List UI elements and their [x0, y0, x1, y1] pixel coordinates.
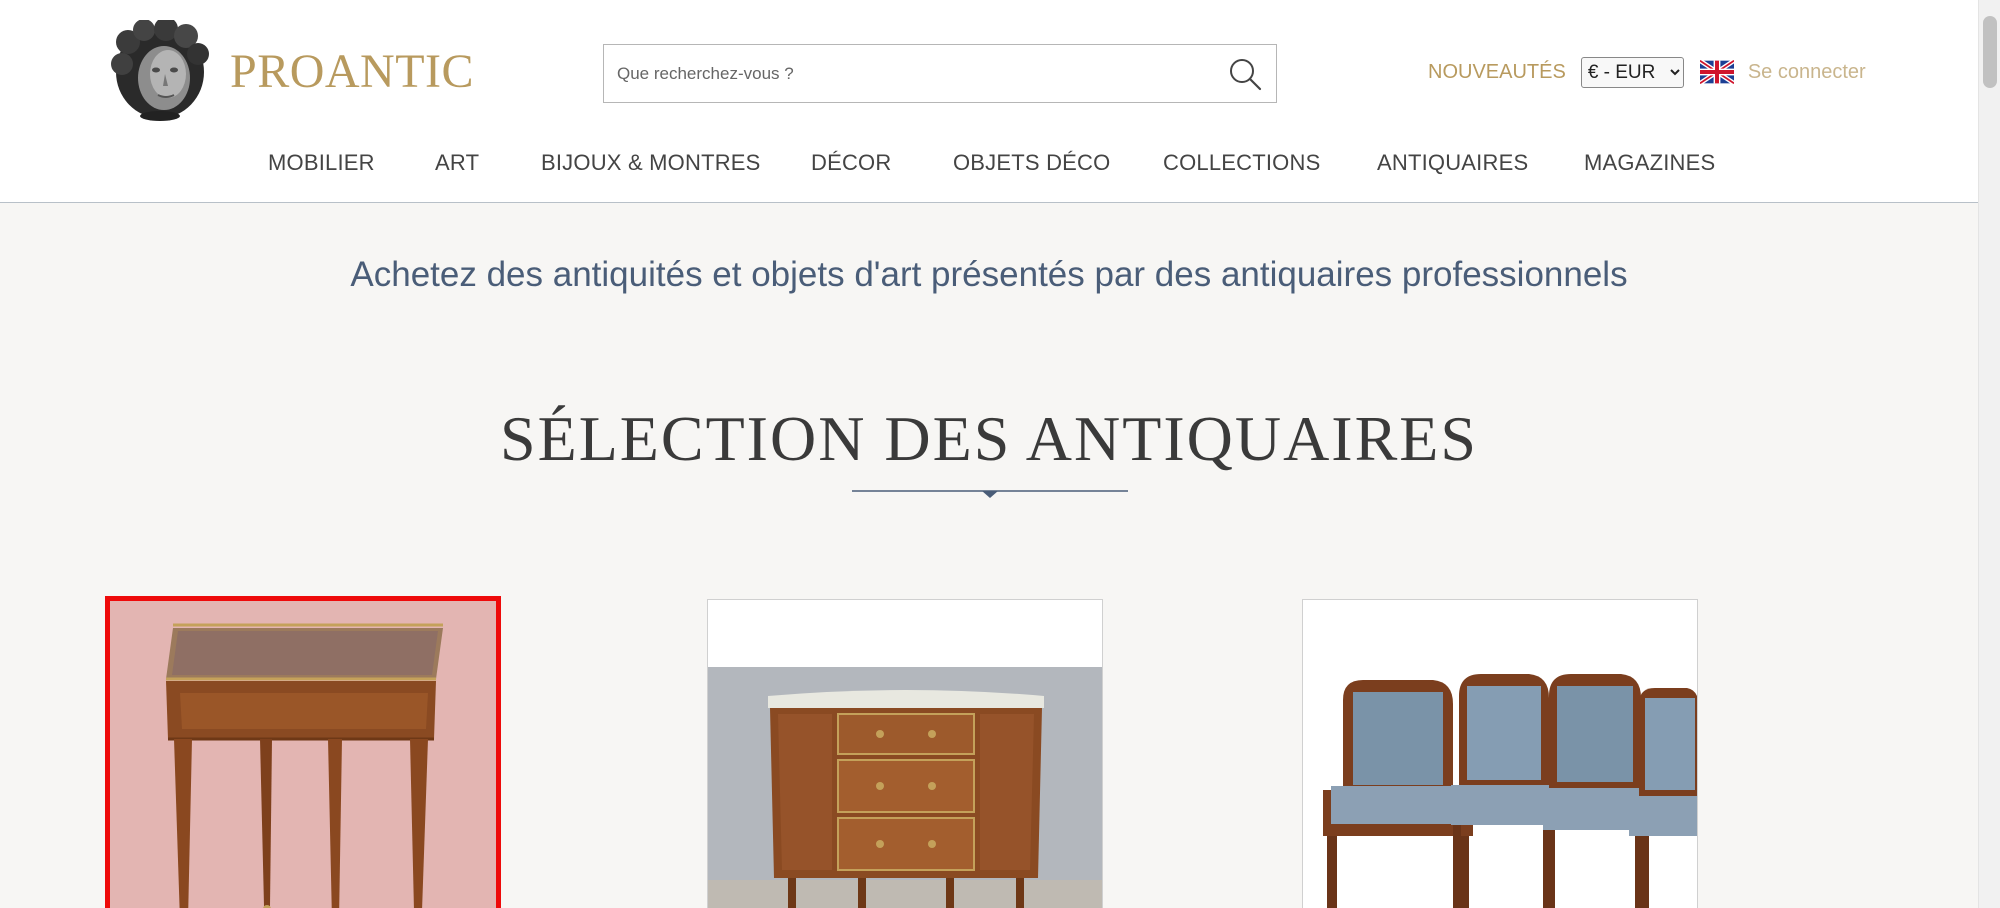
nav-item-antiquaires[interactable]: ANTIQUAIRES — [1377, 150, 1528, 176]
search-icon[interactable] — [1228, 57, 1262, 91]
section-title: SÉLECTION DES ANTIQUAIRES — [500, 403, 1478, 474]
nav-item-collections[interactable]: COLLECTIONS — [1163, 150, 1320, 176]
page-tagline: Achetez des antiquités et objets d'art p… — [350, 255, 1628, 294]
main-navigation: MOBILIER ART BIJOUX & MONTRES DÉCOR OBJE… — [0, 146, 1978, 182]
new-arrivals-link[interactable]: NOUVEAUTÉS — [1428, 61, 1566, 84]
nav-item-bijoux-montres[interactable]: BIJOUX & MONTRES — [541, 150, 761, 176]
product-image-armchairs — [1303, 600, 1697, 908]
site-header: PROANTIC NOUVEAUTÉS € - EUR Se connecter… — [0, 0, 1978, 203]
nav-item-art[interactable]: ART — [435, 150, 479, 176]
login-link[interactable]: Se connecter — [1748, 61, 1866, 84]
product-card-armchairs[interactable] — [1302, 599, 1698, 908]
scrollbar-thumb[interactable] — [1983, 16, 1997, 88]
cherub-head-logo-icon — [111, 20, 209, 121]
brand-logo[interactable]: PROANTIC — [110, 20, 474, 122]
search-box — [603, 44, 1277, 103]
title-divider-ornament — [852, 490, 1128, 498]
brand-name: PROANTIC — [230, 44, 475, 98]
nav-item-mobilier[interactable]: MOBILIER — [268, 150, 375, 176]
currency-select[interactable]: € - EUR — [1580, 56, 1684, 88]
page-scrollbar[interactable] — [1978, 0, 2000, 908]
uk-flag-icon[interactable] — [1699, 60, 1734, 84]
nav-item-magazines[interactable]: MAGAZINES — [1584, 150, 1715, 176]
search-input[interactable] — [604, 45, 1276, 102]
product-card-demilune-commode[interactable] — [707, 599, 1103, 908]
product-image-side-table — [110, 601, 496, 908]
product-card-side-table[interactable] — [105, 596, 501, 908]
product-image-demilune-commode — [708, 600, 1102, 908]
nav-item-objets-deco[interactable]: OBJETS DÉCO — [953, 150, 1110, 176]
header-utility-links: NOUVEAUTÉS € - EUR Se connecter — [1428, 56, 1866, 88]
nav-item-decor[interactable]: DÉCOR — [811, 150, 891, 176]
